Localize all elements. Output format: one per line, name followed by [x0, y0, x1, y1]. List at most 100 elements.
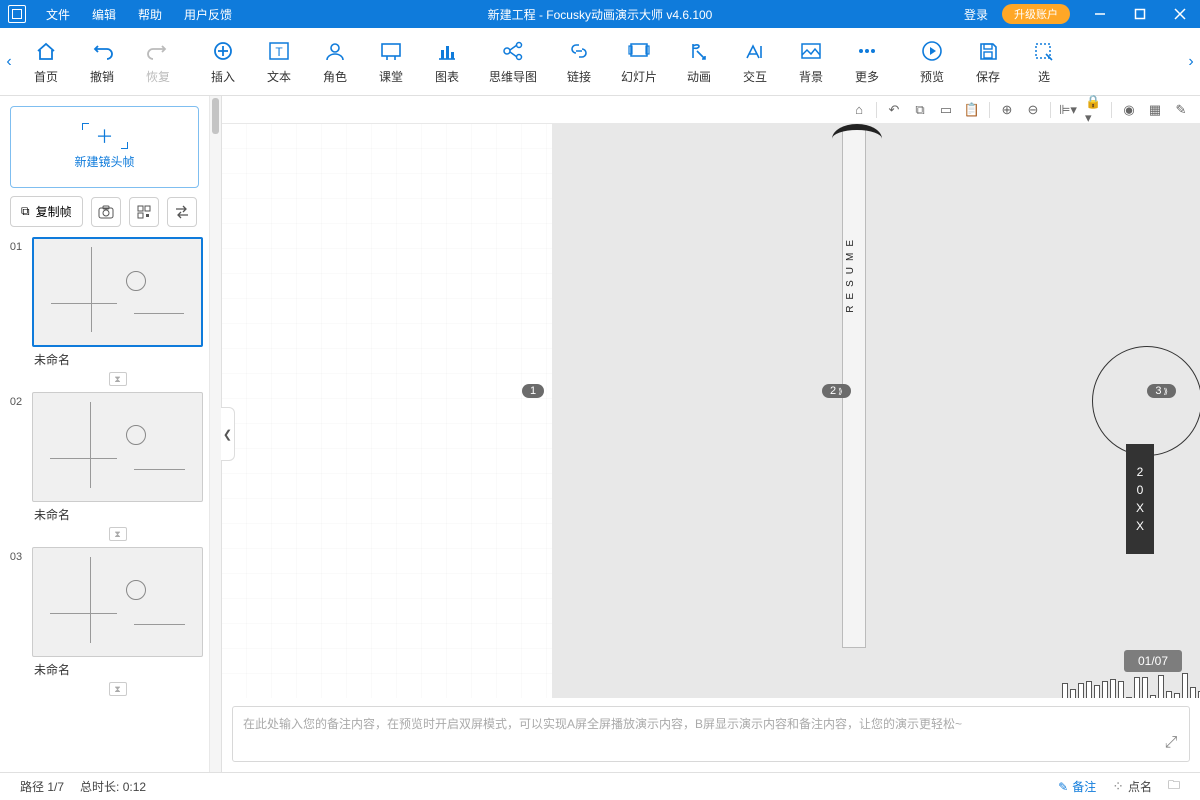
login-link[interactable]: 登录	[964, 6, 988, 23]
qr-button[interactable]	[129, 197, 159, 227]
canvas-paste-icon[interactable]: ▭	[937, 101, 955, 119]
app-icon	[8, 5, 26, 23]
status-dots-button[interactable]: ⁘点名	[1104, 778, 1160, 795]
canvas-grid-icon[interactable]: ▦	[1146, 101, 1164, 119]
anim-icon	[687, 38, 711, 64]
bg-icon	[799, 38, 823, 64]
canvas-camera-icon[interactable]: ◉	[1120, 101, 1138, 119]
toolbar-link-button[interactable]: 链接	[551, 28, 607, 95]
toolbar-interact-label: 交互	[743, 68, 767, 85]
chart-icon	[435, 38, 459, 64]
slide-item[interactable]: 03 未命名 ⧗	[6, 547, 203, 698]
slide-panel-scrollbar[interactable]	[209, 96, 221, 772]
toolbar-class-button[interactable]: 课堂	[363, 28, 419, 95]
canvas-area: ❮ ⌂ ↶ ⧉ ▭ 📋 ⊕ ⊖ ⊫▾ 🔒▾ ◉ ▦ ✎ RESUME	[222, 96, 1200, 772]
copy-icon: ⧉	[21, 204, 30, 219]
slide-title: 未命名	[32, 347, 203, 370]
slide-thumbnail[interactable]	[32, 547, 203, 657]
window-minimize[interactable]	[1080, 0, 1120, 28]
notes-expand-icon[interactable]: ⤢	[1162, 734, 1180, 752]
slide-thumbnail[interactable]	[32, 237, 203, 347]
copy-frame-button[interactable]: ⧉ 复制帧	[10, 196, 83, 227]
toolbar-redo-button[interactable]: 恢复	[130, 28, 186, 95]
canvas-content: RESUME 20XX	[552, 124, 1200, 698]
toolbar-slide-button[interactable]: 幻灯片	[607, 28, 671, 95]
toolbar-mindmap-label: 思维导图	[489, 68, 537, 85]
canvas-zoom-in-icon[interactable]: ⊕	[998, 101, 1016, 119]
slide-transition-indicator[interactable]: ⧗	[32, 370, 203, 388]
canvas-viewport[interactable]: RESUME 20XX 1 2⟫ 3⟫ 01/07	[222, 124, 1200, 698]
main-toolbar: ‹ 首页撤销 恢复 插入T文本角色 课堂图表思维导图链接幻灯片动画交互 背景 更多 预览…	[0, 28, 1200, 96]
slide-item[interactable]: 02 未命名 ⧗	[6, 392, 203, 543]
window-close[interactable]	[1160, 0, 1200, 28]
canvas-undo-icon[interactable]: ↶	[885, 101, 903, 119]
swap-button[interactable]	[167, 197, 197, 227]
nav-chip-2[interactable]: 2⟫	[822, 384, 851, 398]
page-indicator: 01/07	[1124, 650, 1182, 672]
toolbar-anim-button[interactable]: 动画	[671, 28, 727, 95]
camera-button[interactable]	[91, 197, 121, 227]
status-notes-button[interactable]: ✎备注	[1050, 778, 1104, 795]
toolbar-insert-button[interactable]: 插入	[195, 28, 251, 95]
role-icon	[323, 38, 347, 64]
toolbar-preview-label: 预览	[920, 68, 944, 85]
status-folder-icon[interactable]: 🗀	[1160, 776, 1188, 797]
window-maximize[interactable]	[1120, 0, 1160, 28]
undo-icon	[90, 38, 114, 64]
upgrade-button[interactable]: 升级账户	[1002, 4, 1070, 24]
window-title: 新建工程 - Focusky动画演示大师 v4.6.100	[488, 6, 713, 23]
toolbar-undo-button[interactable]: 撤销	[74, 28, 130, 95]
toolbar-redo-label: 恢复	[146, 68, 170, 85]
toolbar-scroll-right[interactable]: ›	[1182, 28, 1200, 95]
toolbar-home-button[interactable]: 首页	[18, 28, 74, 95]
canvas-lock-icon[interactable]: 🔒▾	[1085, 101, 1103, 119]
toolbar-chart-button[interactable]: 图表	[419, 28, 475, 95]
save-icon	[976, 38, 1000, 64]
toolbar-text-button[interactable]: T文本	[251, 28, 307, 95]
toolbar-preview-button[interactable]: 预览	[904, 28, 960, 95]
notes-input[interactable]: 在此处输入您的备注内容，在预览时开启双屏模式，可以实现A屏全屏播放演示内容，B屏…	[232, 706, 1190, 762]
toolbar-more-button[interactable]: 更多	[839, 28, 895, 95]
panel-collapse-handle[interactable]: ❮	[221, 407, 235, 461]
menu-edit[interactable]: 编辑	[82, 2, 126, 27]
interact-icon	[743, 38, 767, 64]
canvas-edit-icon[interactable]: ✎	[1172, 101, 1190, 119]
toolbar-interact-button[interactable]: 交互	[727, 28, 783, 95]
slide-transition-indicator[interactable]: ⧗	[32, 680, 203, 698]
toolbar-save-label: 保存	[976, 68, 1000, 85]
menu-feedback[interactable]: 用户反馈	[174, 2, 242, 27]
toolbar-select-label: 选	[1038, 68, 1050, 85]
slide-item[interactable]: 01 未命名 ⧗	[6, 237, 203, 388]
insert-icon	[211, 38, 235, 64]
toolbar-select-button[interactable]: 选	[1016, 28, 1072, 95]
toolbar-more-label: 更多	[855, 68, 879, 85]
toolbar-scroll-left[interactable]: ‹	[0, 28, 18, 95]
toolbar-mindmap-button[interactable]: 思维导图	[475, 28, 551, 95]
nav-chip-3[interactable]: 3⟫	[1147, 384, 1176, 398]
svg-text:T: T	[275, 45, 283, 59]
preview-icon	[920, 38, 944, 64]
nav-chip-1[interactable]: 1	[522, 384, 544, 398]
canvas-toolbar: ⌂ ↶ ⧉ ▭ 📋 ⊕ ⊖ ⊫▾ 🔒▾ ◉ ▦ ✎	[222, 96, 1200, 124]
slide-transition-indicator[interactable]: ⧗	[32, 525, 203, 543]
toolbar-role-label: 角色	[323, 68, 347, 85]
toolbar-undo-label: 撤销	[90, 68, 114, 85]
toolbar-bg-button[interactable]: 背景	[783, 28, 839, 95]
canvas-align-icon[interactable]: ⊫▾	[1059, 101, 1077, 119]
slide-number: 03	[6, 547, 26, 698]
menu-file[interactable]: 文件	[36, 2, 80, 27]
slide-icon	[627, 38, 651, 64]
new-frame-button[interactable]: ＋ 新建镜头帧	[10, 106, 199, 188]
canvas-zoom-out-icon[interactable]: ⊖	[1024, 101, 1042, 119]
toolbar-save-button[interactable]: 保存	[960, 28, 1016, 95]
canvas-clipboard-icon[interactable]: 📋	[963, 101, 981, 119]
toolbar-role-button[interactable]: 角色	[307, 28, 363, 95]
canvas-home-icon[interactable]: ⌂	[850, 101, 868, 119]
toolbar-bg-label: 背景	[799, 68, 823, 85]
slide-title: 未命名	[32, 657, 203, 680]
toolbar-class-label: 课堂	[379, 68, 403, 85]
menu-help[interactable]: 帮助	[128, 2, 172, 27]
canvas-copy-icon[interactable]: ⧉	[911, 101, 929, 119]
slide-thumbnail[interactable]	[32, 392, 203, 502]
titlebar: 文件 编辑 帮助 用户反馈 新建工程 - Focusky动画演示大师 v4.6.…	[0, 0, 1200, 28]
